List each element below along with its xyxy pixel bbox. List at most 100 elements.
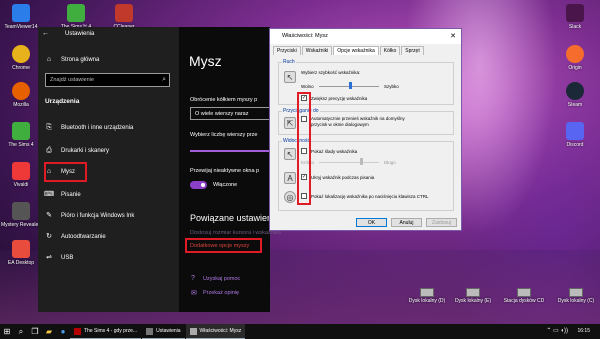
close-icon[interactable]: ✕ [450, 32, 456, 40]
ctrl-locate-icon: ◎ [284, 191, 296, 203]
desktop-icon[interactable]: Slack [552, 4, 598, 30]
tab-buttons[interactable]: Przyciski [273, 46, 301, 55]
search-input[interactable]: Znajdź ustawienie ⌕ [45, 73, 170, 87]
link-cursor-size[interactable]: Dostosuj rozmiar kursora i wskaźnika [190, 230, 281, 236]
ctrl-label: Pokaż lokalizację wskaźnika po naciśnięc… [311, 194, 429, 199]
hide-typing-icon: A [284, 172, 296, 184]
autoplay-icon: ↻ [46, 233, 52, 240]
trails-label: Pokaż ślady wskaźnika [311, 149, 358, 154]
settings-title: Ustawienia [65, 31, 95, 37]
snap-text-2: przycisk w oknie dialogowym [311, 122, 369, 127]
windows-start-icon[interactable]: ⊞ [0, 324, 14, 339]
highlight-mouse [44, 162, 87, 182]
drive-c-icon [569, 288, 583, 297]
slow-label: Wolno [301, 84, 314, 89]
taskbar-item-sims[interactable]: The Sims 4 - gdy prze... [70, 324, 142, 339]
apply-button[interactable]: Zastosuj [426, 218, 457, 227]
game-icon [12, 202, 30, 220]
search-icon: ⌕ [162, 76, 166, 83]
scroll-dropdown[interactable]: O wiele wierszy naraz [190, 107, 274, 120]
precision-label: Zwiększ precyzję wskaźnika [311, 96, 368, 101]
file-explorer-icon[interactable]: ▰ [42, 324, 56, 339]
task-view-icon[interactable]: ❐ [28, 324, 42, 339]
slack-icon [566, 4, 584, 22]
help-icon: ? [191, 275, 195, 282]
tab-wheel[interactable]: Kółko [379, 46, 401, 55]
tab-hardware[interactable]: Sprzęt [401, 46, 424, 55]
usb-icon: ⇌ [46, 254, 52, 261]
drive-d-icon [420, 288, 434, 297]
sidebar-item-typing[interactable]: ⌨ Pisanie [44, 187, 174, 203]
inactive-toggle[interactable] [190, 181, 207, 189]
dialog-tabs: Przyciski Wskaźniki Opcje wskaźnika Kółk… [273, 46, 425, 55]
sidebar-item-printers[interactable]: ⎙ Drukarki i skanery [44, 143, 174, 159]
back-arrow-icon[interactable]: ← [42, 30, 49, 37]
sims-icon [12, 122, 30, 140]
sidebar-item-bluetooth[interactable]: ⎘ Bluetooth i inne urządzenia [44, 120, 174, 136]
sidebar-item-home[interactable]: ⌂ Strona główna [44, 52, 174, 68]
drive-e-icon [466, 288, 480, 297]
ea-icon [12, 240, 30, 258]
highlight-additional [185, 238, 262, 253]
mouse-icon [189, 327, 197, 335]
related-heading: Powiązane ustawien [190, 213, 273, 223]
highlight-checkboxes [297, 92, 311, 205]
speed-slider-thumb[interactable] [349, 82, 352, 89]
cursor-motion-icon: ↖ [284, 71, 296, 83]
keyboard-icon: ⌨ [44, 191, 55, 198]
pen-icon: ✎ [46, 212, 52, 219]
discord-icon [566, 122, 584, 140]
browser-icon[interactable]: ● [56, 324, 70, 339]
origin-icon [566, 45, 584, 63]
ok-button[interactable]: OK [356, 218, 387, 227]
hide-typing-label: Ukryj wskaźnik podczas pisania [311, 175, 375, 180]
link-feedback[interactable]: Przekaż opinię [203, 290, 239, 296]
snap-text-1: Automatycznie przenieś wskaźnik na domyś… [311, 116, 405, 121]
toggle-state: Włączone [213, 182, 238, 188]
system-tray[interactable]: ⌃ ▭ ◖)) [546, 327, 568, 334]
fast-label: Szybko [384, 84, 399, 89]
lines-label: Wybierz liczbę wierszy prze [190, 132, 258, 138]
bluetooth-icon: ⎘ [46, 124, 52, 131]
sims-icon [74, 327, 81, 335]
clock: 16:15 [577, 328, 590, 334]
motion-label: Wybierz szybkość wskaźnika: [301, 70, 361, 75]
desktop-icon[interactable]: Discord [552, 122, 598, 148]
page-title: Mysz [189, 53, 222, 69]
trails-slider-thumb[interactable] [360, 158, 363, 165]
taskbar-item-settings[interactable]: Ustawienia [142, 324, 185, 339]
printer-icon: ⎙ [46, 147, 52, 154]
taskbar: ⊞ ⌕ ❐ ▰ ● The Sims 4 - gdy prze... Ustaw… [0, 324, 600, 339]
taskbar-item-mouse-properties[interactable]: Właściwości: Mysz [185, 324, 246, 339]
mouse-properties-dialog: Właściwości: Mysz ✕ Przyciski Wskaźniki … [269, 28, 462, 231]
link-help[interactable]: Uzyskaj pomoc [203, 276, 240, 282]
scroll-label: Obrócenie kółkiem myszy p [190, 97, 258, 103]
motion-group-title: Ruch [282, 59, 296, 65]
steam-icon [566, 82, 584, 100]
trails-slider[interactable] [319, 162, 379, 163]
section-heading: Urządzenia [45, 98, 80, 105]
trails-icon: ↖ [284, 148, 296, 160]
chrome-icon [12, 45, 30, 63]
sidebar-item-usb[interactable]: ⇌ USB [44, 250, 174, 266]
drive-icon[interactable]: Dysk lokalny (C) [546, 288, 600, 304]
sims-icon [67, 4, 85, 22]
ccleaner-icon [115, 4, 133, 22]
search-icon[interactable]: ⌕ [14, 324, 28, 339]
cancel-button[interactable]: Anuluj [391, 218, 422, 227]
teamviewer-icon [12, 4, 30, 22]
home-icon: ⌂ [46, 56, 52, 63]
long-label: Długo [384, 160, 396, 165]
mozilla-icon [12, 82, 30, 100]
cd-drive-icon [517, 288, 531, 297]
sidebar-item-pen[interactable]: ✎ Pióro i funkcja Windows Ink [44, 208, 174, 224]
dialog-titlebar: Właściwości: Mysz ✕ [270, 29, 461, 44]
lines-slider[interactable] [190, 150, 270, 152]
tab-pointers[interactable]: Wskaźniki [301, 46, 333, 55]
sidebar-item-autoplay[interactable]: ↻ Autoodtwarzanie [44, 229, 174, 245]
drive-icon[interactable]: Stacja dysków CD [494, 288, 554, 304]
desktop-icon[interactable]: Steam [552, 82, 598, 108]
snap-to-icon: ⇱ [284, 117, 296, 129]
desktop-icon[interactable]: Origin [552, 45, 598, 71]
tab-pointer-options[interactable]: Opcje wskaźnika [333, 46, 379, 55]
